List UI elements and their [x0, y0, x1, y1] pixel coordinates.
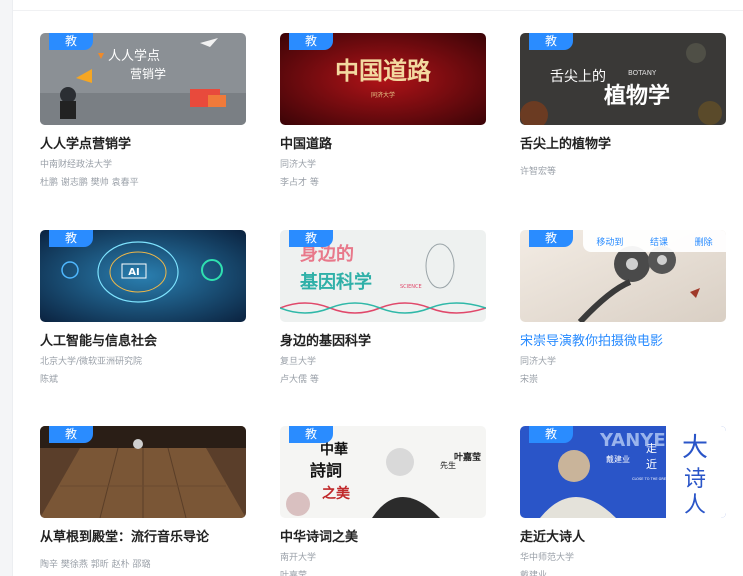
course-title[interactable]: 身边的基因科学 [280, 330, 510, 349]
teacher-badge: 教 [529, 230, 573, 247]
delete-button[interactable]: 删除 [695, 235, 713, 248]
thumb-text: 叶嘉莹 [454, 451, 481, 463]
teacher-badge: 教 [49, 230, 93, 247]
course-teacher: 戴建业 [520, 571, 548, 576]
divider [13, 10, 743, 11]
thumb-text: 植物学 [604, 83, 670, 109]
course-teacher: 李占才 等 [280, 178, 319, 188]
thumb-text: 人 [684, 493, 706, 518]
thumb-text: 诗 [684, 467, 706, 492]
thumb-text: 走 [646, 442, 657, 455]
course-title[interactable]: 人人学点营销学 [40, 133, 270, 152]
course-teacher: 宋崇 [520, 375, 539, 385]
course-teacher: 卢大儒 等 [280, 375, 319, 385]
teacher-badge: 教 [529, 426, 573, 443]
course-title[interactable]: 人工智能与信息社会 [40, 330, 270, 349]
course-teacher: 叶嘉莹 [280, 571, 308, 576]
course-title[interactable]: 中华诗词之美 [280, 526, 510, 545]
thumb-text: 中国道路 [335, 56, 432, 85]
course-teacher: 陈斌 [40, 375, 59, 385]
teacher-badge: 教 [289, 33, 333, 50]
thumb-text: 近 [646, 458, 657, 471]
course-school: 华中师范大学 [520, 553, 575, 563]
course-title[interactable]: 中国道路 [280, 133, 510, 152]
thumb-text: 同济大学 [371, 91, 395, 99]
thumb-text: 基因科学 [299, 271, 372, 293]
teacher-badge: 教 [49, 426, 93, 443]
course-school: 同济大学 [280, 160, 317, 170]
teacher-badge: 教 [529, 33, 573, 50]
thumb-text: 人人学点 [108, 48, 160, 64]
thumb-text: 营销学 [130, 66, 166, 81]
thumb-text: AI [128, 267, 139, 278]
course-teacher: 杜鹏 谢志鹏 樊帅 袁春平 [40, 178, 139, 188]
course-title[interactable]: 走近大诗人 [520, 526, 743, 545]
thumb-text: BOTANY [628, 69, 657, 77]
course-actions-bar: 移动到 结课 删除 [583, 230, 726, 252]
thumb-text: 詩詞 [310, 461, 342, 480]
course-title[interactable]: 从草根到殿堂：流行音乐导论 [40, 526, 270, 545]
thumb-text: 戴建业 [606, 454, 630, 464]
course-school: 同济大学 [520, 357, 557, 367]
course-panel: 人人学点 营销学 教 人人学点营销学 中南财经政法大学 杜鹏 谢志鹏 樊帅 袁春… [12, 0, 743, 576]
course-title[interactable]: 宋崇导演教你拍摄微电影 [520, 330, 743, 349]
course-teacher: 陶辛 樊徐燕 郭昕 赵朴 邵璐 [40, 560, 151, 570]
thumb-text: 舌尖上的 [550, 69, 606, 85]
thumb-text: SCIENCE [400, 284, 422, 290]
thumb-text: CLOSE TO THE GREAT POETS [632, 477, 684, 481]
course-school: 中南财经政法大学 [40, 160, 113, 170]
thumb-text: 大 [682, 433, 708, 463]
move-to-button[interactable]: 移动到 [596, 235, 623, 248]
course-title[interactable]: 舌尖上的植物学 [520, 133, 743, 152]
course-teacher: 许智宏等 [520, 167, 557, 177]
teacher-badge: 教 [289, 426, 333, 443]
course-school: 北京大学/微软亚洲研究院 [40, 357, 143, 367]
thumb-text: 之美 [322, 485, 351, 502]
thumb-text: 中華 [320, 441, 348, 458]
course-school: 南开大学 [280, 553, 317, 563]
teacher-badge: 教 [289, 230, 333, 247]
course-school: 复旦大学 [280, 357, 317, 367]
teacher-badge: 教 [49, 33, 93, 50]
finish-course-button[interactable]: 结课 [650, 235, 668, 248]
